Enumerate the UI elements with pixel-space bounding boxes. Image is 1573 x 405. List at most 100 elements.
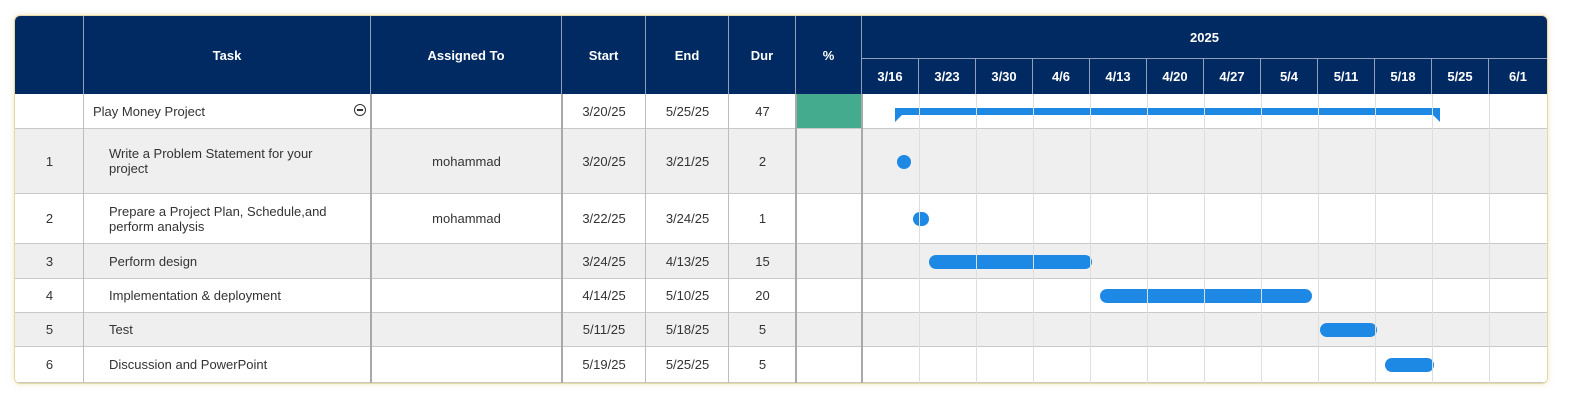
task-start: 4/14/25 (562, 279, 646, 312)
task-start: 3/24/25 (562, 244, 646, 278)
task-id: 1 (15, 129, 84, 193)
task-name: Perform design (84, 244, 371, 278)
task-name-text: Perform design (109, 253, 198, 269)
header-task[interactable]: Task (84, 16, 371, 94)
task-end: 5/18/25 (646, 313, 729, 346)
week-header: 6/1 (1489, 59, 1547, 94)
task-start-text: 4/14/25 (582, 288, 626, 303)
task-bar[interactable] (1100, 289, 1312, 303)
week-header: 5/25 (1432, 59, 1489, 94)
task-id-text: 2 (45, 211, 54, 226)
task-id: 3 (15, 244, 84, 278)
task-end: 5/25/25 (646, 347, 729, 382)
divider (795, 94, 797, 383)
summary-percent-fill (796, 94, 862, 128)
divider (728, 94, 729, 383)
task-id-text: 5 (45, 322, 54, 337)
task-end-text: 3/21/25 (665, 153, 710, 169)
task-id: 2 (15, 194, 84, 243)
task-duration: 1 (729, 194, 796, 243)
timeline-year: 2025 (862, 16, 1547, 59)
task-start-text: 3/24/25 (582, 253, 626, 269)
task-duration-text: 2 (758, 153, 767, 169)
header-assigned-to[interactable]: Assigned To (371, 16, 562, 94)
header-end[interactable]: End (646, 16, 729, 94)
task-end: 4/13/25 (646, 244, 729, 278)
week-header: 3/30 (976, 59, 1033, 94)
task-bar[interactable] (929, 254, 1092, 269)
week-header: 4/27 (1204, 59, 1261, 94)
week-gridline (1033, 94, 1034, 383)
week-header: 4/6 (1033, 59, 1090, 94)
task-start: 5/11/25 (562, 313, 646, 346)
task-start-text: 5/19/25 (582, 357, 626, 372)
task-assigned-to: mohammad (371, 129, 562, 193)
week-gridline (976, 94, 977, 383)
task-end-text: 5/10/25 (665, 288, 710, 303)
summary-name-cell[interactable]: Play Money Project (84, 94, 371, 128)
task-name: Prepare a Project Plan, Schedule,and per… (84, 194, 371, 243)
task-bar[interactable] (1320, 323, 1377, 337)
week-gridline (1261, 94, 1262, 383)
week-header: 3/23 (919, 59, 976, 94)
collapse-minus-icon[interactable] (354, 104, 366, 116)
summary-name: Play Money Project (93, 103, 205, 119)
week-gridline (1204, 94, 1205, 383)
task-bar[interactable] (912, 212, 930, 226)
task-duration-text: 15 (755, 253, 770, 269)
task-start-text: 3/20/25 (582, 153, 626, 169)
task-duration-text: 5 (758, 357, 767, 372)
task-name: Implementation & deployment (84, 279, 371, 312)
task-name-text: Discussion and PowerPoint (109, 357, 268, 372)
task-assigned-to (371, 313, 562, 346)
task-end-text: 5/18/25 (665, 322, 710, 337)
divider (83, 94, 84, 383)
task-assigned-to-text: mohammad (432, 211, 501, 226)
task-name: Discussion and PowerPoint (84, 347, 371, 382)
summary-start: 3/20/25 (582, 103, 626, 119)
task-bar[interactable] (1385, 358, 1434, 372)
summary-bar-start-cap (895, 115, 902, 122)
task-assigned-to: mohammad (371, 194, 562, 243)
task-start-text: 5/11/25 (582, 322, 626, 337)
task-name-text: Prepare a Project Plan, Schedule,and per… (109, 203, 327, 234)
divider (645, 94, 646, 383)
task-name: Write a Problem Statement for your proje… (84, 129, 371, 193)
task-name: Test (84, 313, 371, 346)
task-assigned-to (371, 279, 562, 312)
task-duration: 5 (729, 347, 796, 382)
task-duration-text: 20 (755, 288, 770, 303)
task-name-text: Implementation & deployment (109, 288, 281, 303)
divider (561, 94, 563, 383)
week-gridline (1090, 94, 1091, 383)
header-percent[interactable]: % (796, 16, 862, 94)
task-id: 5 (15, 313, 84, 346)
task-end: 3/21/25 (646, 129, 729, 193)
task-end: 3/24/25 (646, 194, 729, 243)
header-id (15, 16, 84, 94)
task-id-text: 6 (45, 357, 54, 372)
week-gridline (1318, 94, 1319, 383)
week-gridline (919, 94, 920, 383)
task-duration: 20 (729, 279, 796, 312)
week-gridline (1489, 94, 1490, 383)
task-id-text: 4 (45, 288, 54, 303)
task-end-text: 5/25/25 (665, 357, 710, 372)
summary-duration: 47 (755, 103, 770, 119)
task-duration: 15 (729, 244, 796, 278)
task-end-text: 4/13/25 (665, 253, 710, 269)
summary-bar-end-cap (1433, 115, 1440, 122)
header-duration[interactable]: Dur (729, 16, 796, 94)
task-assigned-to (371, 347, 562, 382)
task-end: 5/10/25 (646, 279, 729, 312)
task-bar[interactable] (896, 154, 911, 169)
task-duration: 5 (729, 313, 796, 346)
task-id-text: 3 (45, 253, 54, 269)
task-name-text: Write a Problem Statement for your proje… (109, 146, 313, 176)
week-header: 5/18 (1375, 59, 1432, 94)
task-duration: 2 (729, 129, 796, 193)
task-assigned-to-text: mohammad (432, 153, 501, 169)
header-start[interactable]: Start (562, 16, 646, 94)
week-gridline (1147, 94, 1148, 383)
task-start-text: 3/22/25 (582, 211, 626, 226)
